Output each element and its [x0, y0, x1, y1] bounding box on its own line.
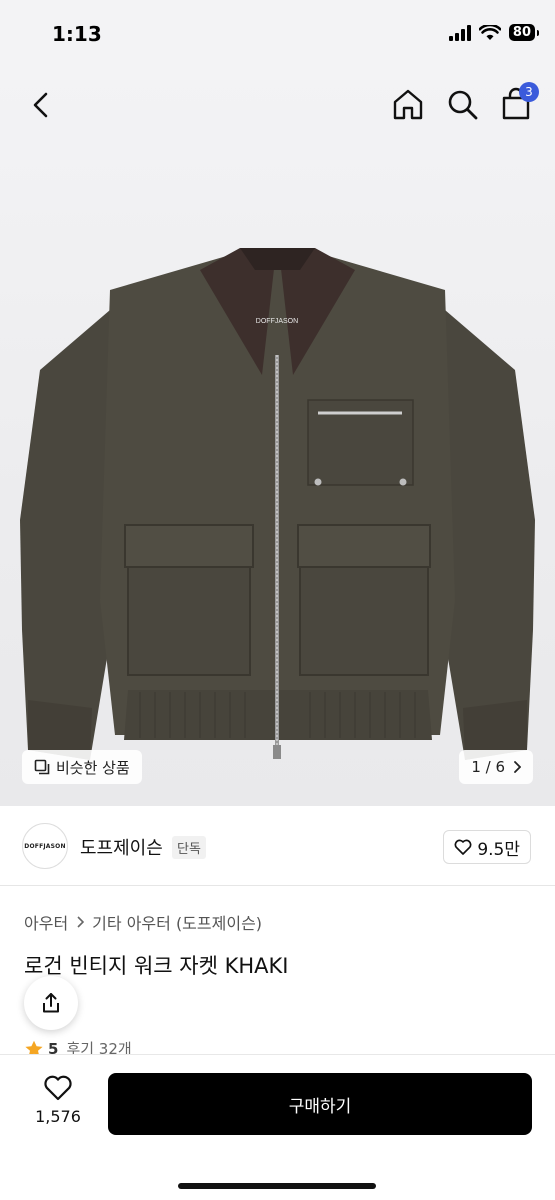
- brand-name[interactable]: 도프제이슨: [80, 834, 163, 860]
- cart-button[interactable]: 3: [499, 82, 539, 122]
- wifi-icon: [478, 24, 501, 40]
- top-nav-actions: 3: [391, 82, 539, 122]
- brand-row: DOFFJASON 도프제이슨 단독 9.5만: [0, 806, 555, 886]
- heart-icon: [44, 1075, 72, 1101]
- breadcrumb-item[interactable]: 아우터: [24, 910, 68, 934]
- breadcrumb: 아우터 기타 아우터 (도프제이슨): [24, 910, 262, 934]
- chevron-right-icon: [77, 916, 85, 928]
- status-indicators: 80: [448, 24, 540, 41]
- back-chevron-icon[interactable]: [26, 88, 56, 122]
- image-page-counter[interactable]: 1 / 6: [459, 750, 533, 784]
- product-image-gallery[interactable]: 3 DOFFJASON 비슷한 상품 1 / 6: [0, 70, 555, 806]
- wishlist-count: 1,576: [35, 1107, 81, 1126]
- brand-like-button[interactable]: 9.5만: [443, 830, 531, 864]
- similar-products-button[interactable]: 비슷한 상품: [22, 750, 142, 784]
- buy-button[interactable]: 구매하기: [108, 1073, 532, 1135]
- battery-indicator: 80: [508, 24, 540, 41]
- wishlist-button[interactable]: 1,576: [24, 1075, 92, 1126]
- similar-products-label: 비슷한 상품: [56, 758, 130, 777]
- home-indicator: [178, 1183, 376, 1189]
- chevron-right-icon: [514, 761, 521, 773]
- product-title: 로건 빈티지 워크 자켓 KHAKI: [24, 954, 289, 978]
- cart-count-badge: 3: [519, 82, 539, 102]
- jacket-brand-label: DOFFJASON: [256, 318, 298, 325]
- heart-icon: [454, 839, 472, 855]
- share-button[interactable]: [24, 976, 78, 1030]
- home-icon[interactable]: [391, 86, 425, 122]
- bottom-action-bar: 1,576 구매하기: [0, 1054, 555, 1200]
- share-icon: [43, 993, 59, 1013]
- exclusive-badge: 단독: [172, 836, 206, 859]
- brand-like-count: 9.5만: [477, 839, 520, 860]
- status-bar: 1:13 80: [0, 0, 555, 70]
- brand-logo[interactable]: DOFFJASON: [22, 823, 68, 869]
- cellular-signal-icon: [448, 24, 471, 41]
- jacket-product-photo: DOFFJASON: [20, 248, 535, 760]
- search-icon[interactable]: [445, 86, 479, 122]
- page-counter-text: 1 / 6: [471, 758, 505, 776]
- breadcrumb-item[interactable]: 기타 아우터 (도프제이슨): [92, 910, 262, 934]
- similar-products-icon: [34, 759, 50, 775]
- status-time: 1:13: [52, 22, 102, 46]
